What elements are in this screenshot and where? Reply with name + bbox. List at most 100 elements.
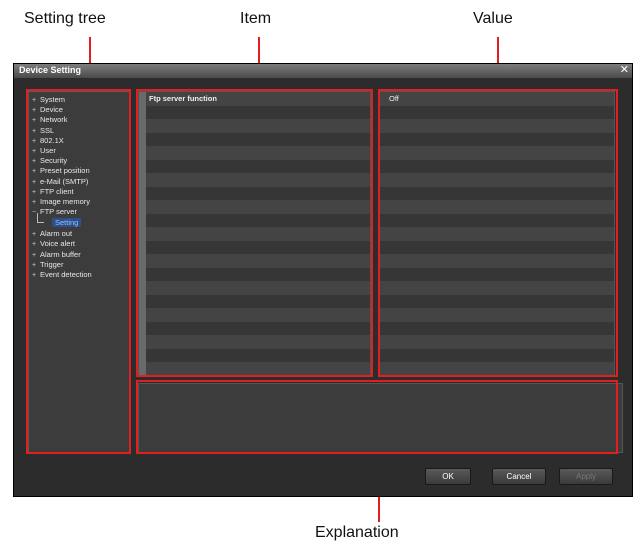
- callout-value: Value: [473, 10, 513, 27]
- item-row-empty: [146, 240, 370, 254]
- value-row-empty: [380, 348, 614, 362]
- tree-item-label: System: [40, 95, 66, 104]
- tree-item[interactable]: + Alarm out: [32, 229, 129, 239]
- tree-item[interactable]: + Voice alert: [32, 239, 129, 249]
- callout-explanation: Explanation: [315, 524, 399, 541]
- tree-item-label: SSL: [40, 125, 55, 135]
- value-row-empty: [380, 294, 614, 308]
- value-row-empty: [380, 119, 614, 133]
- item-rows: Ftp server function: [146, 92, 370, 376]
- item-row-empty: [146, 200, 370, 214]
- value-row-empty: [380, 200, 614, 214]
- tree-item[interactable]: + Device: [32, 105, 129, 115]
- tree-item-label: Device: [40, 105, 63, 115]
- value-row-empty: [380, 227, 614, 241]
- tree-child-setting[interactable]: Setting: [32, 213, 129, 229]
- item-row-empty: [146, 348, 370, 362]
- tree-item[interactable]: + Security: [32, 156, 129, 166]
- value-row-empty: [380, 321, 614, 335]
- item-row-empty: [146, 105, 370, 119]
- tree-item[interactable]: + Event detection: [32, 270, 129, 280]
- item-row-empty: [146, 159, 370, 173]
- item-row-empty: [146, 132, 370, 146]
- value-row-empty: [380, 240, 614, 254]
- tree-item-label: Network: [40, 115, 68, 125]
- value-row-empty: [380, 105, 614, 119]
- selected-tree-label: Setting: [52, 218, 82, 228]
- tree-item-label: 802.1X: [40, 135, 64, 145]
- value-row-ftp-server-function[interactable]: Off: [380, 92, 614, 106]
- tree-connector-line: [37, 213, 44, 224]
- tree-item[interactable]: +802.1X: [32, 136, 129, 146]
- value-row-empty: [380, 146, 614, 160]
- item-row-empty: [146, 267, 370, 281]
- tree-item-label: Voice alert: [40, 239, 76, 249]
- explanation-panel: [138, 383, 623, 453]
- close-icon[interactable]: ✕: [620, 64, 629, 77]
- item-panel-sidebar: [139, 92, 146, 376]
- tree-item-label: e-Mail (SMTP): [40, 176, 89, 186]
- callout-setting-tree: Setting tree: [24, 10, 106, 27]
- title-bar[interactable]: Device Setting ✕: [14, 64, 632, 78]
- value-row-empty: [380, 267, 614, 281]
- item-row-empty: [146, 227, 370, 241]
- callout-item: Item: [240, 10, 272, 27]
- item-panel: Ftp server function: [138, 91, 371, 377]
- value-row-empty: [380, 173, 614, 187]
- expander-icon[interactable]: +: [32, 167, 38, 177]
- item-row-empty: [146, 119, 370, 133]
- item-row-empty: [146, 308, 370, 322]
- value-row-empty: [380, 335, 614, 349]
- value-row-empty: [380, 254, 614, 268]
- setting-tree: + System + Device + Network + SSL +802.1X + User + S…: [29, 92, 129, 280]
- item-row-empty: [146, 294, 370, 308]
- tree-item[interactable]: + Image memory: [32, 197, 129, 207]
- item-row-empty: [146, 335, 370, 349]
- item-row-empty: [146, 213, 370, 227]
- item-row-empty: [146, 146, 370, 160]
- item-row-ftp-server-function[interactable]: Ftp server function: [146, 92, 370, 106]
- tree-item[interactable]: + User: [32, 146, 129, 156]
- tree-item-label: Event detection: [40, 270, 92, 279]
- item-row-empty: [146, 362, 370, 376]
- tree-item[interactable]: + Preset position: [32, 166, 129, 176]
- explanation-text: [139, 384, 622, 392]
- tree-item-label: User: [40, 145, 56, 155]
- tree-item[interactable]: + Alarm buffer: [32, 250, 129, 260]
- apply-button[interactable]: Apply: [559, 468, 613, 485]
- tree-item-label: Trigger: [40, 259, 64, 269]
- value-row-empty: [380, 159, 614, 173]
- tree-item[interactable]: + e-Mail (SMTP): [32, 177, 129, 187]
- value-row-empty: [380, 213, 614, 227]
- tree-item-label: FTP client: [40, 186, 74, 196]
- tree-item-label: FTP server: [40, 207, 77, 217]
- value-row-empty: [380, 362, 614, 376]
- ok-button[interactable]: OK: [425, 468, 471, 485]
- tree-item[interactable]: + SSL: [32, 126, 129, 136]
- expander-icon[interactable]: +: [32, 271, 38, 281]
- item-row-empty: [146, 321, 370, 335]
- tree-item[interactable]: + FTP client: [32, 187, 129, 197]
- item-row-empty: [146, 281, 370, 295]
- value-row-empty: [380, 132, 614, 146]
- tree-item-label: Image memory: [40, 196, 91, 206]
- value-row-empty: [380, 281, 614, 295]
- tree-item-label: Preset position: [40, 166, 90, 176]
- item-row-empty: [146, 254, 370, 268]
- tree-item-label: Security: [40, 156, 68, 166]
- tree-item[interactable]: + Network: [32, 115, 129, 125]
- device-setting-window: Device Setting ✕ + System + Device + Network +…: [13, 63, 633, 497]
- tree-item[interactable]: + System: [32, 95, 129, 105]
- tree-item-label: Alarm out: [40, 229, 73, 239]
- value-row-empty: [380, 308, 614, 322]
- tree-item[interactable]: − FTP server: [32, 207, 129, 217]
- item-row-empty: [146, 173, 370, 187]
- setting-tree-panel: + System + Device + Network + SSL +802.1X + User + S…: [28, 91, 130, 453]
- value-rows: Off: [380, 92, 614, 376]
- value-panel: Off: [379, 91, 615, 377]
- tree-item[interactable]: + Trigger: [32, 260, 129, 270]
- tree-item-label: Alarm buffer: [40, 249, 81, 259]
- window-title: Device Setting: [19, 65, 82, 75]
- value-row-empty: [380, 186, 614, 200]
- cancel-button[interactable]: Cancel: [492, 468, 546, 485]
